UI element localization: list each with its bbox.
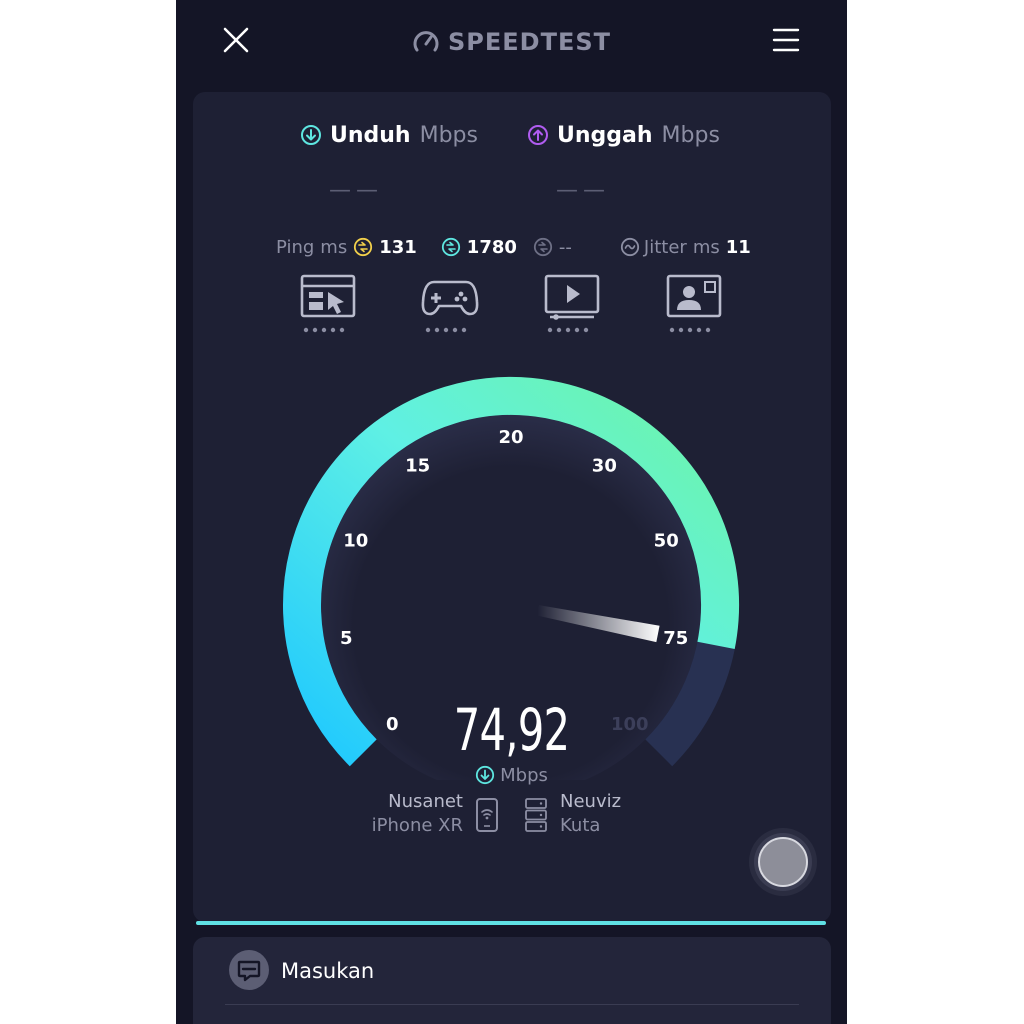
ping-label: Ping [276,236,315,258]
video-call-icon [666,274,722,333]
web-browsing-rating[interactable] [298,272,358,336]
device-name: iPhone XR [371,815,463,836]
download-label: Unduh [330,122,411,148]
chat-bubble-icon [229,950,269,990]
speed-unit-label: Mbps [500,764,548,786]
jitter-icon [620,237,640,257]
idle-latency-icon [354,237,373,257]
gaming-icon [421,280,479,333]
start-test-button[interactable] [748,827,818,897]
speedtest-app: SPEEDTEST Unduh Mbps Unggah Mbps — — — —… [176,0,847,1024]
menu-button[interactable] [772,24,800,56]
hamburger-menu-icon [772,28,800,52]
gauge-tick-label: 75 [663,628,688,649]
ping-unit: ms [320,236,348,258]
upload-label: Unggah [557,122,653,148]
jitter-label: Jitter [643,236,687,258]
speedometer-logo-icon [413,31,439,52]
ping-idle-value: 131 [379,236,417,258]
jitter-value: 11 [725,236,751,258]
feedback-row[interactable]: Masukan [193,937,831,1024]
provider-name: Nusanet [388,791,463,812]
download-arrow-icon [301,125,321,145]
server-location: Kuta [560,815,601,836]
video-call-rating[interactable] [664,272,724,336]
upload-arrow-icon [528,125,548,145]
gauge-tick-label: 5 [340,628,353,649]
upload-unit: Mbps [661,122,720,148]
download-arrow-icon [476,765,495,785]
download-unit: Mbps [419,122,478,148]
speedtest-logo: SPEEDTEST [176,24,847,60]
jitter-unit: ms [692,236,720,258]
gauge-tick-label: 10 [343,531,368,552]
test-progress-bar [196,921,826,925]
gaming-rating[interactable] [420,272,480,336]
upload-latency-icon [533,237,553,257]
video-streaming-icon [544,274,600,333]
gauge-tick-label: 20 [498,427,523,448]
speed-result-value: 74,92 [453,696,570,764]
ping-row: Ping ms 131 1780 -- Jitter ms 11 [276,234,751,260]
download-value: — — [329,178,378,203]
server-icon [525,798,547,832]
upload-metric: Unggah Mbps [527,118,720,152]
server-name: Neuviz [560,791,622,812]
speed-result-unit: Mbps [176,763,847,787]
logo-text: SPEEDTEST [447,28,611,56]
feedback-divider [225,1004,799,1005]
gauge-tick-label: 15 [405,455,430,476]
phone-wifi-icon [476,798,498,832]
feedback-label: Masukan [281,959,375,983]
upload-value: — — [556,178,605,203]
provider-info[interactable]: Nusanet iPhone XR [372,790,463,838]
download-latency-icon [441,237,460,257]
download-metric: Unduh Mbps [300,118,478,152]
ping-upload-value: -- [558,236,572,258]
app-header: SPEEDTEST [176,0,847,82]
video-streaming-rating[interactable] [542,272,602,336]
server-info[interactable]: Neuviz Kuta [560,790,621,838]
gauge-tick-label: 30 [592,455,617,476]
web-browsing-icon [300,274,356,333]
start-button-icon [749,828,817,896]
gauge-tick-label: 50 [654,531,679,552]
ping-download-value: 1780 [466,236,517,258]
